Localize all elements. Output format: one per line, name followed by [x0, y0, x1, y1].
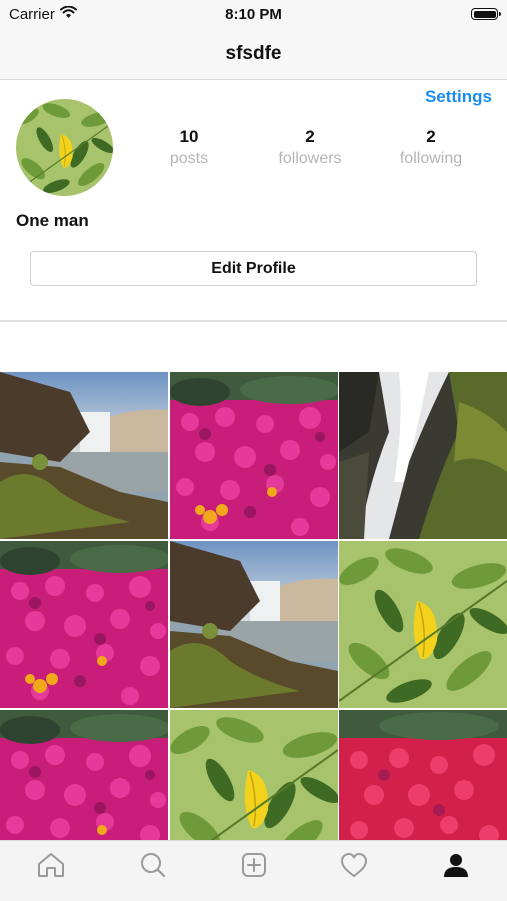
- posts-label: posts: [169, 150, 209, 167]
- following-stat[interactable]: 2 following: [371, 127, 491, 168]
- following-count: 2: [426, 127, 436, 146]
- page-title: sfsdfe: [225, 43, 282, 64]
- followers-stat[interactable]: 2 followers: [250, 127, 370, 168]
- home-icon: [38, 853, 64, 877]
- post-thumbnail[interactable]: [0, 372, 168, 539]
- avatar[interactable]: [16, 99, 113, 196]
- settings-button[interactable]: Settings: [425, 87, 492, 107]
- navigation-bar: sfsdfe: [0, 30, 507, 80]
- profile-icon: [444, 854, 468, 877]
- post-thumbnail[interactable]: [339, 541, 507, 708]
- post-thumbnail[interactable]: [170, 372, 338, 539]
- posts-stat[interactable]: 10 posts: [129, 127, 249, 168]
- add-post-icon: [242, 853, 266, 877]
- divider: [0, 320, 507, 322]
- status-bar: Carrier 8:10 PM: [0, 0, 507, 30]
- post-thumbnail[interactable]: [0, 541, 168, 708]
- profile-name: One man: [16, 211, 89, 230]
- tab-home[interactable]: [31, 849, 71, 881]
- clock: 8:10 PM: [225, 6, 282, 23]
- search-icon: [141, 853, 166, 878]
- tab-activity[interactable]: [334, 849, 374, 881]
- post-thumbnail[interactable]: [170, 541, 338, 708]
- tab-search[interactable]: [133, 849, 173, 881]
- tab-profile[interactable]: [436, 849, 476, 881]
- edit-profile-button[interactable]: Edit Profile: [30, 251, 477, 286]
- followers-label: followers: [278, 150, 342, 167]
- tab-bar: [0, 840, 507, 901]
- battery-icon: [471, 8, 501, 20]
- following-label: following: [399, 150, 463, 167]
- heart-icon: [341, 853, 367, 877]
- posts-count: 10: [179, 127, 199, 146]
- edit-profile-label: Edit Profile: [211, 259, 296, 277]
- post-thumbnail[interactable]: [339, 372, 507, 539]
- tab-add-post[interactable]: [234, 849, 274, 881]
- followers-count: 2: [305, 127, 315, 146]
